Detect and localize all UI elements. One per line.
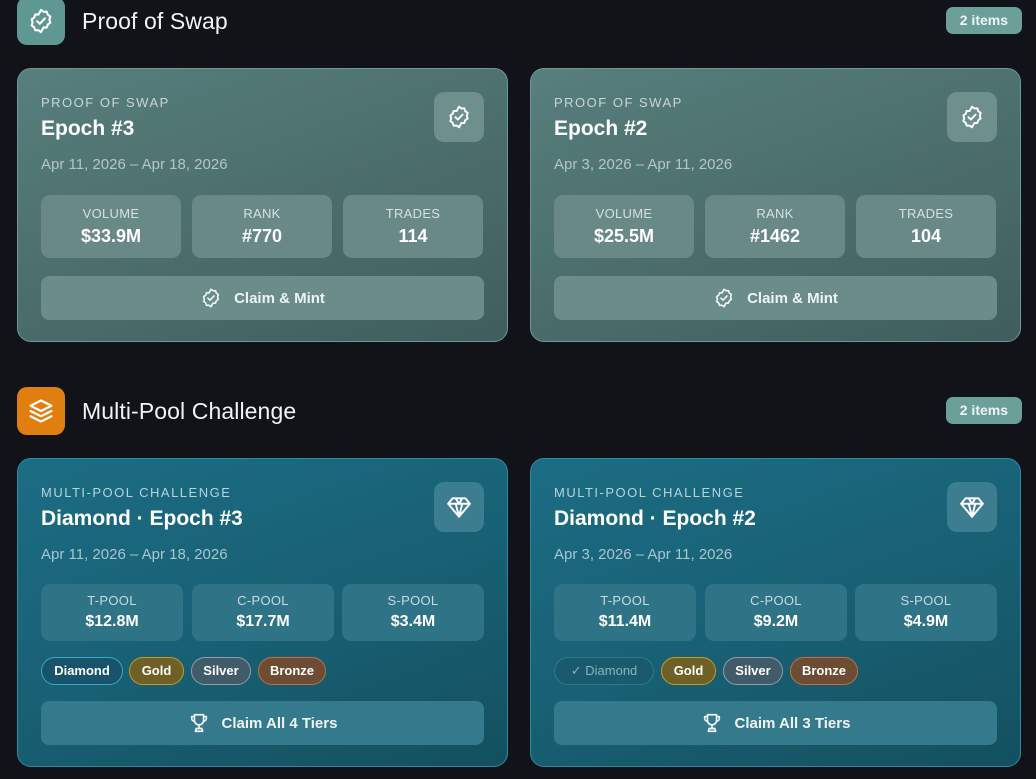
stat-trades: TRADES 104 (856, 195, 996, 258)
card-category: MULTI-POOL CHALLENGE (554, 485, 745, 500)
stat-value: $12.8M (85, 613, 139, 630)
stat-volume: VOLUME $33.9M (41, 195, 181, 258)
claim-mint-button[interactable]: Claim & Mint (554, 276, 997, 320)
tier-badge-silver: Silver (191, 657, 251, 685)
trophy-icon (190, 713, 207, 733)
stat-value: $17.7M (236, 613, 290, 630)
reward-card-mpc-epoch-2: MULTI-POOL CHALLENGE Diamond · Epoch #2 … (530, 458, 1021, 767)
stats-row: VOLUME $33.9M RANK #770 TRADES 114 (41, 195, 484, 258)
card-date-range: Apr 11, 2026 – Apr 18, 2026 (41, 156, 228, 173)
stats-row: VOLUME $25.5M RANK #1462 TRADES 104 (554, 195, 997, 258)
stat-label: VOLUME (82, 206, 140, 221)
stat-rank: RANK #1462 (705, 195, 845, 258)
button-label: Claim & Mint (747, 289, 838, 307)
stat-volume: VOLUME $25.5M (554, 195, 694, 258)
card-title: Epoch #2 (554, 117, 648, 140)
claim-mint-button[interactable]: Claim & Mint (41, 276, 484, 320)
stat-value: 104 (910, 226, 942, 246)
diamond-icon (434, 482, 484, 532)
reward-card-pos-epoch-3: PROOF OF SWAP Epoch #3 Apr 11, 2026 – Ap… (17, 68, 508, 342)
stat-value: 114 (398, 226, 428, 246)
rewards-page: Proof of Swap 2 items PROOF OF SWAP Epoc… (0, 0, 1036, 779)
tier-badge-gold: Gold (661, 657, 716, 685)
button-label: Claim All 4 Tiers (221, 714, 338, 732)
section-header-proof-of-swap: Proof of Swap 2 items (17, 0, 1022, 45)
stat-label: T-POOL (87, 593, 137, 608)
stat-t-pool: T-POOL $12.8M (41, 584, 183, 641)
button-label: Claim & Mint (234, 289, 325, 307)
stat-label: VOLUME (595, 206, 653, 221)
section-title: Multi-Pool Challenge (82, 398, 297, 424)
stat-s-pool: S-POOL $4.9M (855, 584, 997, 641)
tier-badge-bronze: Bronze (258, 657, 326, 685)
stat-label: S-POOL (387, 593, 439, 608)
stat-label: T-POOL (600, 593, 650, 608)
card-title: Diamond · Epoch #2 (554, 507, 756, 530)
tier-badge-diamond-claimed: ✓ Diamond (554, 657, 654, 685)
layers-icon (17, 387, 65, 435)
reward-card-mpc-epoch-3: MULTI-POOL CHALLENGE Diamond · Epoch #3 … (17, 458, 508, 767)
verified-badge-icon (434, 92, 484, 142)
stat-label: RANK (243, 206, 281, 221)
stat-label: TRADES (898, 206, 954, 221)
verified-badge-icon (17, 0, 65, 45)
diamond-icon (947, 482, 997, 532)
trophy-icon (703, 713, 720, 733)
stat-label: C-POOL (237, 593, 289, 608)
stat-value: #1462 (749, 226, 801, 246)
stat-s-pool: S-POOL $3.4M (342, 584, 484, 641)
stat-value: $4.9M (903, 613, 949, 630)
stat-c-pool: C-POOL $17.7M (192, 584, 334, 641)
claim-all-tiers-button[interactable]: Claim All 3 Tiers (554, 701, 997, 745)
stat-value: $9.2M (753, 613, 799, 630)
stats-row: T-POOL $11.4M C-POOL $9.2M S-POOL $4.9M (554, 584, 997, 641)
stat-trades: TRADES 114 (343, 195, 483, 258)
tier-badge-bronze: Bronze (790, 657, 858, 685)
section-title: Proof of Swap (82, 8, 228, 34)
card-date-range: Apr 11, 2026 – Apr 18, 2026 (41, 546, 228, 563)
stat-value: $33.9M (80, 226, 142, 246)
card-date-range: Apr 3, 2026 – Apr 11, 2026 (554, 156, 733, 173)
tier-badge-silver: Silver (723, 657, 783, 685)
card-category: PROOF OF SWAP (554, 95, 683, 110)
stat-value: $11.4M (598, 613, 652, 630)
check-icon: ✓ (570, 663, 582, 678)
stat-label: RANK (756, 206, 794, 221)
stat-label: S-POOL (900, 593, 952, 608)
stats-row: T-POOL $12.8M C-POOL $17.7M S-POOL $3.4M (41, 584, 484, 641)
card-category: PROOF OF SWAP (41, 95, 170, 110)
count-badge: 2 items (945, 7, 1022, 34)
verified-badge-icon (715, 288, 733, 308)
stat-value: $3.4M (390, 613, 436, 630)
claim-all-tiers-button[interactable]: Claim All 4 Tiers (41, 701, 484, 745)
stat-label: TRADES (385, 206, 441, 221)
card-title: Epoch #3 (41, 117, 135, 140)
reward-card-pos-epoch-2: PROOF OF SWAP Epoch #2 Apr 3, 2026 – Apr… (530, 68, 1021, 342)
stat-label: C-POOL (750, 593, 802, 608)
verified-badge-icon (202, 288, 220, 308)
stat-rank: RANK #770 (192, 195, 332, 258)
tier-badge-diamond: Diamond (41, 657, 123, 685)
card-date-range: Apr 3, 2026 – Apr 11, 2026 (554, 546, 733, 563)
card-title: Diamond · Epoch #3 (41, 507, 243, 530)
card-category: MULTI-POOL CHALLENGE (41, 485, 232, 500)
count-badge: 2 items (945, 397, 1022, 424)
tier-label: Diamond (585, 663, 638, 678)
button-label: Claim All 3 Tiers (734, 714, 851, 732)
stat-value: #770 (241, 226, 283, 246)
tier-badge-gold: Gold (129, 657, 184, 685)
stat-c-pool: C-POOL $9.2M (705, 584, 847, 641)
stat-t-pool: T-POOL $11.4M (554, 584, 696, 641)
section-header-multi-pool-challenge: Multi-Pool Challenge 2 items (17, 387, 1022, 435)
verified-badge-icon (947, 92, 997, 142)
stat-value: $25.5M (593, 226, 655, 246)
